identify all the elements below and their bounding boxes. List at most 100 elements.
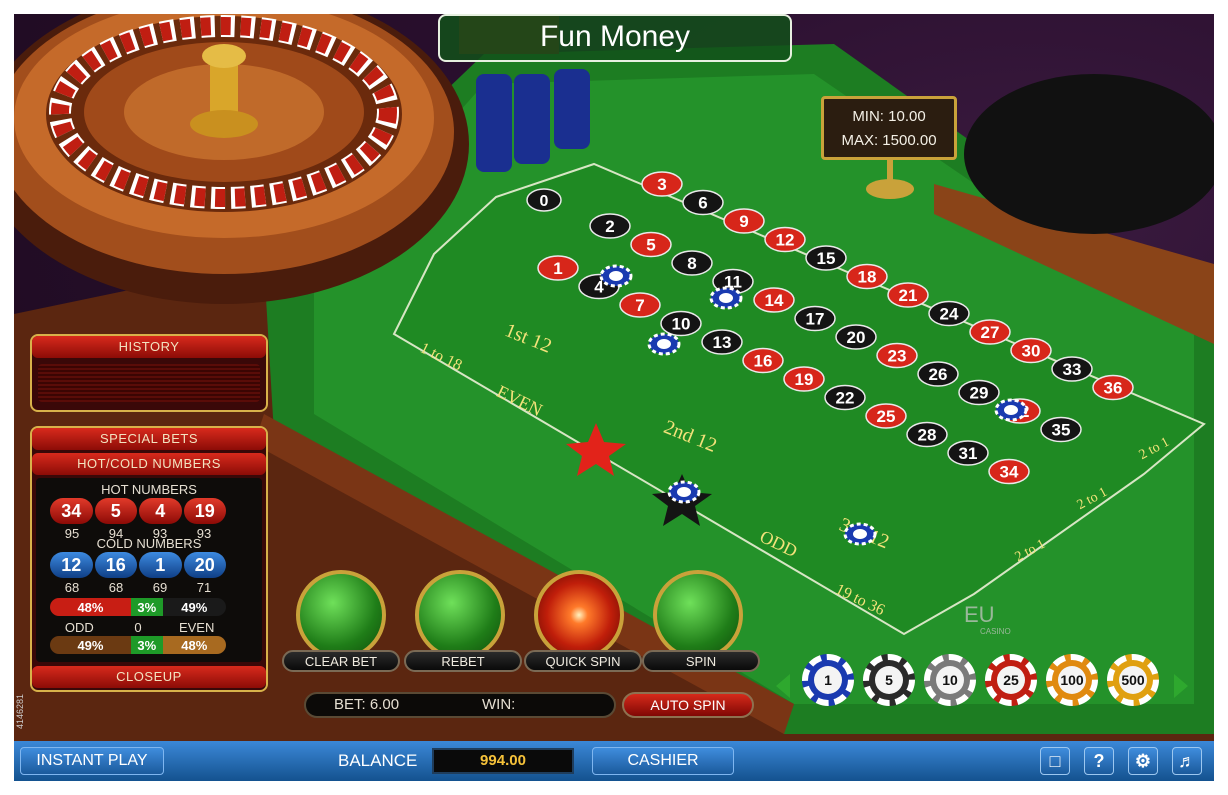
number-label: 9 (739, 212, 748, 231)
balance-value: 994.00 (432, 748, 574, 774)
number-label: 31 (959, 444, 978, 463)
stats-panel: SPECIAL BETS HOT/COLD NUMBERS HOT NUMBER… (30, 426, 268, 692)
rebet-button[interactable] (415, 570, 505, 660)
even-percent: 48% (162, 636, 226, 654)
placed-chip-center (719, 293, 733, 303)
number-label: 21 (899, 286, 918, 305)
number-label: 24 (940, 305, 959, 324)
help-icon[interactable]: ? (1084, 747, 1114, 775)
number-label: 28 (918, 426, 937, 445)
number-label: 26 (929, 365, 948, 384)
settings-gear-icon[interactable]: ⚙ (1128, 747, 1158, 775)
number-label: 20 (847, 328, 866, 347)
placed-chip-center (677, 487, 691, 497)
hotcold-tab[interactable]: HOT/COLD NUMBERS (32, 453, 266, 475)
number-label: 34 (1000, 463, 1019, 482)
hot-numbers-label: HOT NUMBERS (101, 482, 197, 497)
cold-number: 20 (183, 552, 226, 578)
number-label: 17 (806, 310, 825, 329)
auto-spin-button[interactable]: AUTO SPIN (622, 692, 754, 718)
number-label: 16 (754, 352, 773, 371)
sound-icon[interactable]: ♬ (1172, 747, 1202, 775)
chip-25[interactable]: 25 (985, 654, 1037, 706)
placed-chip-center (1004, 405, 1018, 415)
fullscreen-icon[interactable]: □ (1040, 747, 1070, 775)
hot-number: 19 (183, 498, 226, 524)
chip-5[interactable]: 5 (863, 654, 915, 706)
clear-bet-button[interactable] (296, 570, 386, 660)
cashier-button[interactable]: CASHIER (592, 747, 734, 775)
rebet-label[interactable]: REBET (404, 650, 522, 672)
green-percent: 3% (130, 598, 163, 616)
chip-1[interactable]: 1 (802, 654, 854, 706)
cold-numbers-label: COLD NUMBERS (96, 536, 202, 551)
odd-percent: 49% (50, 636, 131, 654)
number-label: 7 (635, 296, 644, 315)
spin-label[interactable]: SPIN (642, 650, 760, 672)
max-limit: MAX: 1500.00 (841, 132, 937, 149)
chip-500[interactable]: 500 (1107, 654, 1159, 706)
odd-even-percent-bar: 49% 3% 48% (50, 636, 226, 654)
brand-sub: CASINO (980, 627, 1011, 636)
zero-label-text: 0 (540, 193, 549, 210)
number-count: 71 (196, 580, 212, 595)
special-bets-tab[interactable]: SPECIAL BETS (32, 428, 266, 450)
chip-value: 5 (875, 666, 903, 694)
hotcold-body: HOT NUMBERS 34 5 4 19 95 94 93 93 COLD NUMBERS… (36, 478, 262, 662)
number-label: 29 (970, 384, 989, 403)
cold-number: 1 (139, 552, 182, 578)
placed-chip-center (609, 271, 623, 281)
number-label: 5 (646, 236, 655, 255)
number-label: 13 (713, 333, 732, 352)
hot-number: 34 (50, 498, 93, 524)
quick-spin-button[interactable] (534, 570, 624, 660)
even-label: EVEN (178, 620, 215, 635)
chip-value: 100 (1058, 666, 1086, 694)
number-label: 8 (687, 254, 696, 273)
game-stage: 3691215182124273033362581114172023262932… (14, 14, 1214, 781)
min-limit: MIN: 10.00 (852, 108, 926, 125)
quick-spin-label[interactable]: QUICK SPIN (524, 650, 642, 672)
number-label: 15 (817, 249, 836, 268)
history-strip (38, 364, 260, 402)
instant-play-button[interactable]: INSTANT PLAY (20, 747, 164, 775)
chip-value: 10 (936, 666, 964, 694)
number-label: 3 (657, 175, 666, 194)
cold-numbers-row: 12 16 1 20 (50, 552, 226, 578)
side-id: 4146281 (15, 694, 25, 730)
history-header[interactable]: HISTORY (32, 336, 266, 358)
brand-logo: EU (964, 602, 995, 627)
bet-win-bar: BET: 6.00 WIN: (304, 692, 616, 718)
spin-button[interactable] (653, 570, 743, 660)
chip-10[interactable]: 10 (924, 654, 976, 706)
zero-label: 0 (134, 620, 142, 635)
number-label: 1 (553, 259, 562, 278)
bottom-bar: INSTANT PLAY BALANCE 994.00 CASHIER □ ? … (14, 741, 1214, 781)
chip-100[interactable]: 100 (1046, 654, 1098, 706)
number-label: 25 (877, 407, 896, 426)
chip-value: 25 (997, 666, 1025, 694)
chip-value: 1 (814, 666, 842, 694)
hot-number: 4 (139, 498, 182, 524)
chips-right-arrow-icon[interactable] (1174, 674, 1188, 698)
number-label: 27 (981, 323, 1000, 342)
number-count: 68 (64, 580, 80, 595)
hot-numbers-row: 34 5 4 19 (50, 498, 226, 524)
color-percent-bar: 48% 3% 49% (50, 598, 226, 616)
chips-left-arrow-icon[interactable] (776, 674, 790, 698)
closeup-button[interactable]: CLOSEUP (32, 666, 266, 688)
win-amount: WIN: (482, 696, 516, 713)
clear-bet-label[interactable]: CLEAR BET (282, 650, 400, 672)
number-label: 12 (776, 231, 795, 250)
placed-chip-center (853, 529, 867, 539)
hot-number: 5 (94, 498, 137, 524)
odd-label: ODD (64, 620, 94, 635)
number-label: 22 (836, 389, 855, 408)
black-percent: 49% (162, 598, 226, 616)
fun-money-title: Fun Money (438, 14, 792, 62)
number-label: 18 (858, 268, 877, 287)
number-count: 68 (108, 580, 124, 595)
history-panel: HISTORY (30, 334, 268, 412)
number-label: 33 (1063, 360, 1082, 379)
number-label: 10 (672, 315, 691, 334)
